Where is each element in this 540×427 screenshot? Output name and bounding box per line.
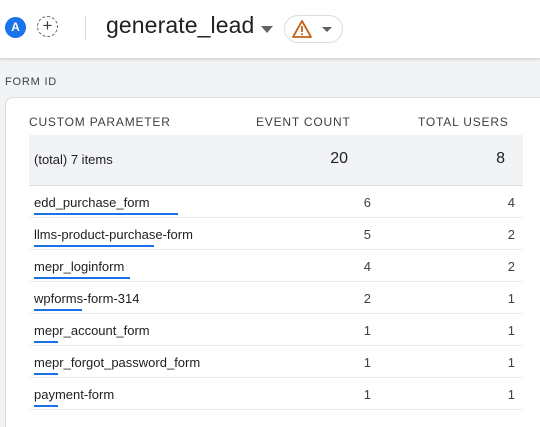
parameter-value: payment-form xyxy=(34,387,115,402)
event-count-bar xyxy=(34,373,58,375)
column-header-total-users[interactable]: TOTAL USERS xyxy=(418,115,509,129)
total-users-value: 4 xyxy=(507,195,515,210)
event-count-bar xyxy=(34,309,82,311)
warning-chip[interactable] xyxy=(284,15,343,43)
table-row[interactable]: payment-form 1 1 xyxy=(29,378,523,410)
event-count-value: 4 xyxy=(363,259,371,274)
parameter-value: edd_purchase_form xyxy=(34,195,150,210)
table-row[interactable]: mepr_forgot_password_form 1 1 xyxy=(29,346,523,378)
parameter-value: mepr_account_form xyxy=(34,323,150,338)
parameter-value: mepr_loginform xyxy=(34,259,125,274)
column-header-event-count[interactable]: EVENT COUNT xyxy=(256,115,351,129)
total-users-value: 2 xyxy=(507,227,515,242)
account-avatar[interactable]: A xyxy=(5,17,26,38)
table-row[interactable]: llms-product-purchase-form 5 2 xyxy=(29,218,523,250)
total-users-value: 1 xyxy=(507,387,515,402)
section-label: FORM ID xyxy=(5,76,58,88)
chevron-down-icon xyxy=(322,27,332,32)
totals-event-count: 20 xyxy=(330,150,348,167)
totals-total-users: 8 xyxy=(496,150,505,167)
parameter-value: mepr_forgot_password_form xyxy=(34,355,201,370)
parameter-value: llms-product-purchase-form xyxy=(34,227,193,242)
total-users-value: 2 xyxy=(507,259,515,274)
totals-row: (total) 7 items 20 8 xyxy=(29,135,523,186)
divider xyxy=(85,16,86,40)
table-row[interactable]: mepr_account_form 1 1 xyxy=(29,314,523,346)
parameter-value: wpforms-form-314 xyxy=(34,291,140,306)
event-count-value: 6 xyxy=(363,195,371,210)
table-row[interactable]: wpforms-form-314 2 1 xyxy=(29,282,523,314)
event-count-bar xyxy=(34,405,58,407)
warning-triangle-icon xyxy=(292,20,312,38)
event-count-bar xyxy=(34,213,178,215)
event-count-value: 5 xyxy=(363,227,371,242)
event-count-bar xyxy=(34,341,58,343)
event-count-value: 1 xyxy=(363,387,371,402)
total-users-value: 1 xyxy=(507,323,515,338)
event-count-value: 2 xyxy=(363,291,371,306)
total-users-value: 1 xyxy=(507,291,515,306)
chevron-down-icon[interactable] xyxy=(261,26,273,33)
event-count-bar xyxy=(34,245,154,247)
table-row[interactable]: mepr_loginform 4 2 xyxy=(29,250,523,282)
total-users-value: 1 xyxy=(507,355,515,370)
totals-label: (total) 7 items xyxy=(34,152,113,167)
event-count-value: 1 xyxy=(363,323,371,338)
add-comparison-button[interactable]: + xyxy=(37,16,58,37)
event-count-bar xyxy=(34,277,130,279)
event-name-title[interactable]: generate_lead xyxy=(106,12,254,39)
column-header-custom-parameter[interactable]: CUSTOM PARAMETER xyxy=(29,115,171,129)
top-bar: A + generate_lead xyxy=(0,0,540,59)
table-row[interactable]: edd_purchase_form 6 4 xyxy=(29,186,523,218)
event-count-value: 1 xyxy=(363,355,371,370)
